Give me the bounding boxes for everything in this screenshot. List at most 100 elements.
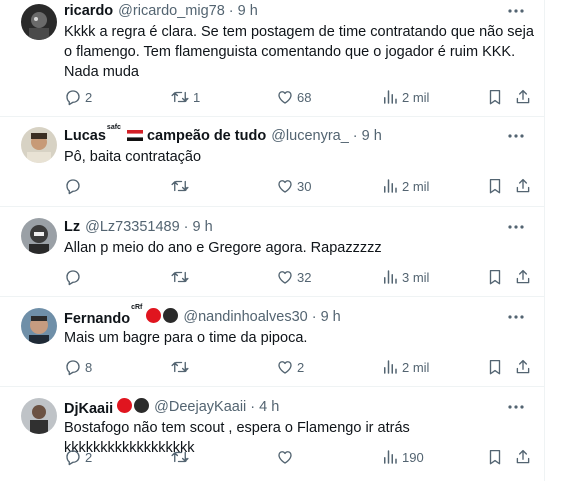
reply-button[interactable]: 2 <box>64 447 92 467</box>
share-icon <box>514 448 532 466</box>
retweet-button[interactable] <box>170 357 193 377</box>
author-handle[interactable]: @ricardo_mig78 <box>118 3 225 19</box>
share-button[interactable] <box>514 447 532 467</box>
like-button[interactable]: 2 <box>276 357 304 377</box>
tweet-djkaaii[interactable]: DjKaaii @DeejayKaaii · 4 h Bostafogo não… <box>0 387 545 481</box>
author-name[interactable]: ricardo <box>64 3 113 19</box>
timestamp[interactable]: 9 h <box>193 219 213 235</box>
like-count: 30 <box>297 178 312 194</box>
author-handle[interactable]: @DeejayKaaii <box>154 399 246 415</box>
like-button[interactable]: 30 <box>276 176 311 196</box>
author-handle[interactable]: @nandinhoalves30 <box>183 309 307 325</box>
like-icon <box>276 268 294 286</box>
share-icon <box>514 268 532 286</box>
views-count: 2 mil <box>402 359 430 375</box>
author-name[interactable]: DjKaaii <box>64 397 150 417</box>
views-button[interactable]: 2 mil <box>381 357 429 377</box>
like-icon <box>276 358 294 376</box>
tweet-lucas[interactable]: Lucassafc campeão de tudo @lucenyra_ · 9 … <box>0 117 545 207</box>
timestamp[interactable]: 9 h <box>321 309 341 325</box>
red-circle-icon <box>117 397 133 413</box>
share-button[interactable] <box>514 87 532 107</box>
views-icon <box>381 177 399 195</box>
bookmark-button[interactable] <box>486 176 504 196</box>
share-button[interactable] <box>514 176 532 196</box>
club-badges <box>117 397 150 413</box>
views-count: 2 mil <box>402 178 430 194</box>
timestamp[interactable]: 4 h <box>259 399 279 415</box>
like-button[interactable]: 32 <box>276 267 311 287</box>
bookmark-icon <box>486 448 504 466</box>
author-handle[interactable]: @lucenyra_ <box>271 128 349 144</box>
views-button[interactable]: 2 mil <box>381 176 429 196</box>
tweet-text: Allan p meio do ano e Gregore agora. Rap… <box>64 240 382 256</box>
views-button[interactable]: 2 mil <box>381 87 429 107</box>
more-icon[interactable] <box>507 308 525 326</box>
action-bar: 32 3 mil <box>64 267 533 287</box>
retweet-count: 1 <box>193 89 201 105</box>
more-icon[interactable] <box>507 218 525 236</box>
black-circle-icon <box>163 307 179 323</box>
views-button[interactable]: 3 mil <box>381 267 429 287</box>
retweet-icon <box>170 88 190 106</box>
retweet-button[interactable]: 1 <box>170 87 200 107</box>
bookmark-button[interactable] <box>486 357 504 377</box>
like-icon <box>276 88 294 106</box>
bookmark-button[interactable] <box>486 267 504 287</box>
tweet-header: DjKaaii @DeejayKaaii · 4 h <box>64 397 279 417</box>
tweet-header: ricardo @ricardo_mig78 · 9 h <box>64 1 258 21</box>
reply-icon <box>64 268 82 286</box>
share-button[interactable] <box>514 357 532 377</box>
reply-button[interactable] <box>64 267 85 287</box>
author-name[interactable]: Lz <box>64 219 80 235</box>
author-name-text: Fernando <box>64 310 131 327</box>
avatar[interactable] <box>21 4 57 40</box>
views-count: 2 mil <box>402 89 430 105</box>
retweet-icon <box>170 177 190 195</box>
tweet-lz[interactable]: Lz @Lz73351489 · 9 h Allan p meio do ano… <box>0 207 545 297</box>
bookmark-button[interactable] <box>486 447 504 467</box>
share-button[interactable] <box>514 267 532 287</box>
author-name-superscript: cRf <box>131 303 143 311</box>
reply-icon <box>64 88 82 106</box>
action-bar: 8 2 2 mil <box>64 357 533 377</box>
retweet-button[interactable] <box>170 176 193 196</box>
tweet-fernando[interactable]: FernandocRf @nandinhoalves30 · 9 h Mais … <box>0 297 545 387</box>
retweet-icon <box>170 448 190 466</box>
avatar[interactable] <box>21 398 57 434</box>
bookmark-button[interactable] <box>486 87 504 107</box>
club-badges <box>146 307 179 323</box>
like-count: 68 <box>297 89 312 105</box>
author-name-text: Lucas <box>64 128 106 144</box>
views-icon <box>381 448 399 466</box>
avatar[interactable] <box>21 127 57 163</box>
reply-button[interactable]: 2 <box>64 87 92 107</box>
author-name[interactable]: Lucassafc campeão de tudo <box>64 124 266 144</box>
more-icon[interactable] <box>507 2 525 20</box>
author-name[interactable]: FernandocRf <box>64 304 179 327</box>
author-handle[interactable]: @Lz73351489 <box>85 219 180 235</box>
retweet-button[interactable] <box>170 447 193 467</box>
separator: · <box>352 128 358 144</box>
like-icon <box>276 177 294 195</box>
more-icon[interactable] <box>507 398 525 416</box>
replies-feed: ricardo @ricardo_mig78 · 9 h Kkkk a regr… <box>0 0 545 481</box>
avatar[interactable] <box>21 308 57 344</box>
more-icon[interactable] <box>507 127 525 145</box>
timestamp[interactable]: 9 h <box>238 3 258 19</box>
like-count: 32 <box>297 269 312 285</box>
views-button[interactable]: 190 <box>381 447 424 467</box>
bookmark-icon <box>486 88 504 106</box>
timestamp[interactable]: 9 h <box>362 128 382 144</box>
avatar[interactable] <box>21 218 57 254</box>
reply-count: 8 <box>85 359 93 375</box>
views-icon <box>381 88 399 106</box>
tweet-ricardo[interactable]: ricardo @ricardo_mig78 · 9 h Kkkk a regr… <box>0 0 545 117</box>
action-bar: 2 190 <box>64 447 533 467</box>
like-button[interactable] <box>276 447 297 467</box>
separator: · <box>250 399 256 415</box>
retweet-button[interactable] <box>170 267 193 287</box>
like-button[interactable]: 68 <box>276 87 311 107</box>
reply-button[interactable]: 8 <box>64 357 92 377</box>
reply-button[interactable] <box>64 176 85 196</box>
